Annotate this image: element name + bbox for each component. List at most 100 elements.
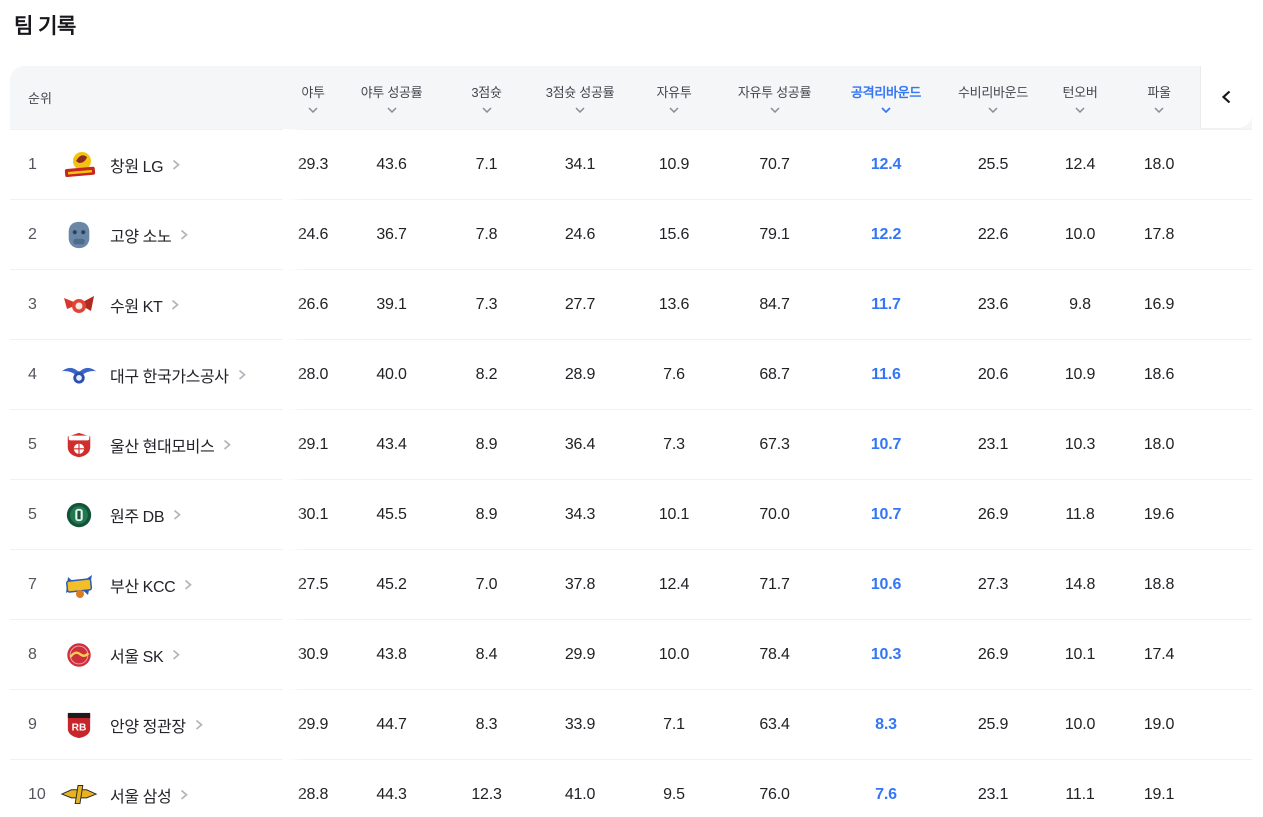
stat-value: 22.6 xyxy=(977,225,1009,243)
stat-value: 8.3 xyxy=(475,715,498,733)
seoul-samsung-thunders-logo-icon xyxy=(60,780,98,810)
stat-value: 36.4 xyxy=(564,435,596,453)
stat-value-sorted: 10.7 xyxy=(870,435,902,453)
stat-value: 19.6 xyxy=(1143,505,1175,523)
team-link[interactable]: 서울 삼성 xyxy=(60,780,283,810)
sort-chevron-down-icon xyxy=(669,107,679,113)
stat-value: 27.7 xyxy=(564,295,596,313)
team-link[interactable]: 수원 KT xyxy=(60,290,283,320)
stat-value: 24.6 xyxy=(297,225,329,243)
stat-value: 10.1 xyxy=(658,505,690,523)
stat-value: 68.7 xyxy=(759,365,790,383)
team-link[interactable]: 원주 DB xyxy=(60,500,283,530)
stat-value: 18.0 xyxy=(1143,155,1175,173)
stat-value: 11.8 xyxy=(1065,505,1095,523)
sort-chevron-down-icon xyxy=(988,107,998,113)
column-header-3pt[interactable]: 3점슛 xyxy=(440,82,533,113)
stat-value: 8.2 xyxy=(475,365,498,383)
stat-value: 30.1 xyxy=(297,505,329,523)
team-name: 울산 현대모비스 xyxy=(110,438,215,456)
stat-value: 12.3 xyxy=(471,785,502,803)
rank-cell: 5 xyxy=(28,505,37,523)
column-header-ft-pct[interactable]: 자유투 성공률 xyxy=(721,82,828,113)
scroll-left-button[interactable] xyxy=(1200,66,1252,129)
table-row: 5 원주 DB 30.1 45.5 8.9 34.3 10.1 70.0 10.… xyxy=(10,479,1252,549)
stat-value: 18.8 xyxy=(1143,575,1175,593)
stat-value: 10.0 xyxy=(1064,225,1096,243)
stat-value: 29.3 xyxy=(297,155,329,173)
stat-value: 16.9 xyxy=(1143,295,1175,313)
column-header-off-rebound[interactable]: 공격리바운드 xyxy=(828,82,944,113)
stat-value-sorted: 10.7 xyxy=(870,505,902,523)
table-row: 9 RB 안양 정관장 29.9 44.7 8.3 33.9 7.1 63.4 … xyxy=(10,689,1252,759)
stat-value: 18.6 xyxy=(1143,365,1175,383)
team-link[interactable]: RB 안양 정관장 xyxy=(60,710,283,740)
column-header-3pt-pct[interactable]: 3점슛 성공률 xyxy=(533,82,627,113)
ulsan-hyundai-mobis-logo-icon xyxy=(60,430,98,460)
stat-value: 26.6 xyxy=(297,295,329,313)
chevron-right-icon xyxy=(169,648,181,661)
chevron-right-icon xyxy=(192,718,204,731)
rank-cell: 9 xyxy=(28,715,37,733)
goyang-sono-logo-icon xyxy=(60,220,98,250)
stat-value: 43.8 xyxy=(376,645,407,663)
chevron-right-icon xyxy=(170,508,182,521)
table-row: 4 대구 한국가스공사 28.0 40.0 8.2 28.9 7.6 68.7 … xyxy=(10,339,1252,409)
stat-value-sorted: 11.6 xyxy=(871,365,901,383)
stat-value: 19.0 xyxy=(1143,715,1175,733)
stat-value: 36.7 xyxy=(376,225,407,243)
column-header-ft[interactable]: 자유투 xyxy=(627,82,721,113)
stat-value: 67.3 xyxy=(759,435,790,453)
column-header-turnover[interactable]: 턴오버 xyxy=(1042,82,1118,113)
stat-value: 29.9 xyxy=(297,715,329,733)
team-name: 서울 삼성 xyxy=(110,788,172,806)
column-header-fg-pct[interactable]: 야투 성공률 xyxy=(343,82,440,113)
stat-value: 40.0 xyxy=(376,365,407,383)
sort-chevron-down-icon xyxy=(881,107,891,113)
team-name: 서울 SK xyxy=(110,648,164,666)
daegu-kogas-logo-icon xyxy=(60,360,98,390)
team-name: 수원 KT xyxy=(110,298,163,316)
team-link[interactable]: 부산 KCC xyxy=(60,570,283,600)
stat-value: 28.9 xyxy=(564,365,596,383)
table-row: 2 고양 소노 24.6 36.7 7.8 24.6 15.6 79.1 12.… xyxy=(10,199,1252,269)
stat-value-sorted: 7.6 xyxy=(875,785,897,803)
stat-value: 23.6 xyxy=(977,295,1009,313)
stat-value: 34.1 xyxy=(564,155,596,173)
stat-value: 71.7 xyxy=(759,575,790,593)
column-header-foul[interactable]: 파울 xyxy=(1118,82,1200,113)
sort-chevron-down-icon xyxy=(769,107,780,113)
stat-value: 9.5 xyxy=(663,785,685,803)
sort-chevron-down-icon xyxy=(1075,107,1085,113)
stat-value: 44.3 xyxy=(376,785,407,803)
rank-cell: 8 xyxy=(28,645,37,663)
stat-value: 7.1 xyxy=(663,715,685,733)
table-row: 5 울산 현대모비스 29.1 43.4 8.9 36.4 7.3 67.3 1… xyxy=(10,409,1252,479)
stat-value: 19.1 xyxy=(1143,785,1175,803)
stat-value-sorted: 10.3 xyxy=(870,645,902,663)
stat-value: 45.2 xyxy=(376,575,407,593)
rank-cell: 5 xyxy=(28,435,37,453)
stat-value: 7.6 xyxy=(663,365,685,383)
stat-value: 27.5 xyxy=(297,575,329,593)
table-row: 10 서울 삼성 28.8 44.3 12.3 41.0 9.5 76.0 7.… xyxy=(10,759,1252,817)
rank-cell: 1 xyxy=(28,155,37,173)
stat-value: 7.3 xyxy=(475,295,498,313)
stat-value: 13.6 xyxy=(658,295,690,313)
team-link[interactable]: 서울 SK xyxy=(60,640,283,670)
stat-value: 8.9 xyxy=(475,435,498,453)
column-header-fg[interactable]: 야투 xyxy=(283,82,343,113)
stat-value: 8.4 xyxy=(475,645,498,663)
page-title: 팀 기록 xyxy=(14,15,76,38)
chevron-right-icon xyxy=(181,578,193,591)
column-header-def-rebound[interactable]: 수비리바운드 xyxy=(944,82,1042,113)
stat-value: 7.1 xyxy=(475,155,498,173)
stat-value-sorted: 10.6 xyxy=(870,575,902,593)
team-link[interactable]: 고양 소노 xyxy=(60,220,283,250)
team-link[interactable]: 울산 현대모비스 xyxy=(60,430,283,460)
table-header: 순위 야투 야투 성공률 3점슛 3점슛 성공률 자유투 자유투 성공률 공격리… xyxy=(10,66,1252,129)
team-name: 원주 DB xyxy=(110,508,165,526)
team-link[interactable]: 대구 한국가스공사 xyxy=(60,360,283,390)
team-stats-table: 순위 야투 야투 성공률 3점슛 3점슛 성공률 자유투 자유투 성공률 공격리… xyxy=(10,66,1252,817)
team-link[interactable]: 창원 LG xyxy=(60,150,283,180)
